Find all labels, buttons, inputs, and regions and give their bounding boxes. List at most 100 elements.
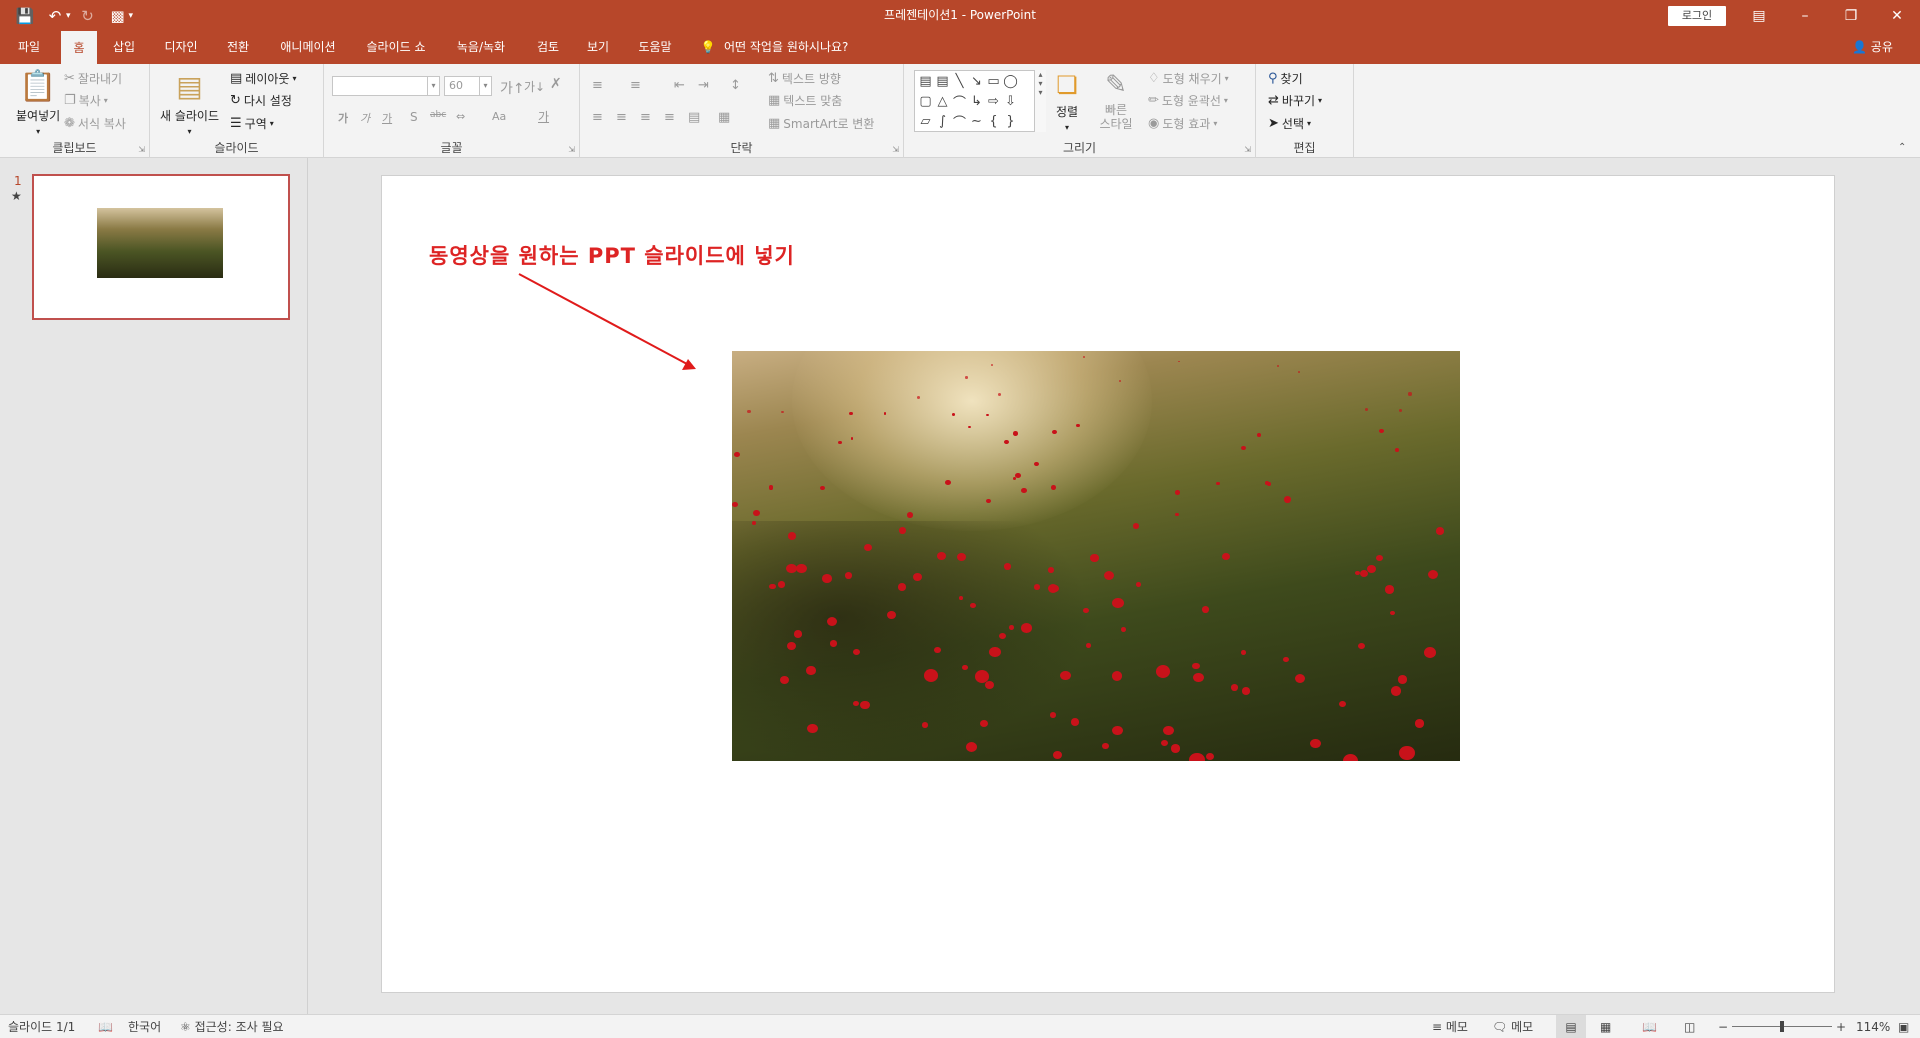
format-painter-button[interactable]: ❁ 서식 복사: [64, 115, 126, 132]
increase-font-icon[interactable]: 가↑: [500, 78, 525, 98]
tab-insert[interactable]: 삽입: [104, 31, 144, 64]
tab-view[interactable]: 보기: [578, 31, 618, 64]
tab-help[interactable]: 도움말: [630, 31, 680, 64]
start-from-beginning-icon[interactable]: ▩: [105, 4, 131, 28]
tab-review[interactable]: 검토: [528, 31, 568, 64]
tab-design[interactable]: 디자인: [156, 31, 206, 64]
elbow-arrow-shape-icon[interactable]: ↳: [968, 91, 985, 111]
collapse-ribbon-icon[interactable]: ⌃: [1898, 142, 1906, 153]
reset-button[interactable]: ↻ 다시 설정: [230, 92, 292, 109]
justify-icon[interactable]: ≡: [664, 110, 675, 125]
strikethrough-icon[interactable]: abc: [430, 110, 446, 120]
smartart-button[interactable]: ▦ SmartArt로 변환: [768, 115, 874, 132]
redo-icon[interactable]: ↻: [75, 4, 101, 28]
undo-dropdown-icon[interactable]: ▾: [66, 11, 71, 21]
tab-file[interactable]: 파일: [6, 31, 52, 64]
zoom-level[interactable]: 114%: [1856, 1015, 1890, 1038]
down-arrow-shape-icon[interactable]: ⇩: [1002, 91, 1019, 111]
slideshow-icon[interactable]: ◫: [1684, 1015, 1695, 1038]
tab-animations[interactable]: 애니메이션: [268, 31, 348, 64]
undo-icon[interactable]: ↶: [42, 4, 68, 28]
bullets-icon[interactable]: ≡: [592, 78, 603, 93]
select-button[interactable]: ➤ 선택 ▾: [1268, 115, 1311, 132]
reading-view-icon[interactable]: 📖: [1642, 1015, 1657, 1038]
fit-to-window-icon[interactable]: ▣: [1898, 1015, 1909, 1038]
font-name-dropdown-icon[interactable]: ▾: [427, 77, 439, 95]
distributed-icon[interactable]: ▤: [688, 110, 700, 125]
align-left-icon[interactable]: ≡: [592, 110, 603, 125]
freeform-shape-icon[interactable]: ▱: [917, 111, 934, 131]
drawing-launcher-icon[interactable]: ⇲: [1244, 145, 1251, 154]
text-direction-button[interactable]: ⇅ 텍스트 방향: [768, 70, 841, 87]
line-shape-icon[interactable]: ╲: [951, 71, 968, 91]
slide-thumbnail[interactable]: [32, 174, 290, 320]
tell-me-search[interactable]: 어떤 작업을 원하시나요?: [724, 31, 874, 64]
comments-button[interactable]: 🗨 메모: [1492, 1015, 1533, 1038]
font-size-combo[interactable]: 60 ▾: [444, 76, 492, 96]
slide-canvas[interactable]: 동영상을 원하는 PPT 슬라이드에 넣기: [381, 175, 1835, 993]
paragraph-launcher-icon[interactable]: ⇲: [892, 145, 899, 154]
increase-indent-icon[interactable]: ⇥: [698, 78, 709, 93]
close-icon[interactable]: ✕: [1874, 0, 1920, 31]
arrange-button[interactable]: ❏ 정렬 ▾: [1056, 70, 1078, 132]
new-slide-button[interactable]: ▤ 새 슬라이드 ▾: [160, 70, 219, 136]
normal-view-icon[interactable]: ▤: [1556, 1015, 1586, 1038]
shapes-gallery[interactable]: ▤ ▤ ╲ ↘ ▭ ◯ ▢ △ ⌒ ↳ ⇨ ⇩ ▱ ∫ ⌒ ∼ { }: [914, 70, 1046, 132]
curve-shape-icon[interactable]: ∼: [968, 111, 985, 131]
tab-home[interactable]: 홈: [61, 31, 97, 64]
shape-outline-button[interactable]: ✏ 도형 윤곽선 ▾: [1148, 92, 1228, 109]
replace-button[interactable]: ⇄ 바꾸기 ▾: [1268, 92, 1322, 109]
rectangle-shape-icon[interactable]: ▭: [985, 71, 1002, 91]
layout-button[interactable]: ▤ 레이아웃 ▾: [230, 70, 296, 87]
quick-styles-button[interactable]: ✎ 빠른 스타일: [1098, 70, 1134, 131]
shape-fill-button[interactable]: ♢ 도형 채우기 ▾: [1148, 70, 1229, 87]
oval-shape-icon[interactable]: ◯: [1002, 71, 1019, 91]
section-button[interactable]: ☰ 구역 ▾: [230, 115, 274, 132]
spellcheck-icon[interactable]: 📖: [98, 1015, 113, 1038]
decrease-font-icon[interactable]: 가↓: [524, 78, 545, 95]
minimize-icon[interactable]: –: [1782, 0, 1828, 31]
columns-icon[interactable]: ▦: [718, 110, 730, 125]
bold-icon[interactable]: 가: [338, 110, 348, 126]
align-center-icon[interactable]: ≡: [616, 110, 627, 125]
slide-sorter-icon[interactable]: ▦: [1600, 1015, 1611, 1038]
right-brace-shape-icon[interactable]: }: [1002, 111, 1019, 131]
triangle-shape-icon[interactable]: △: [934, 91, 951, 111]
shadow-icon[interactable]: S: [410, 110, 418, 124]
tab-record[interactable]: 녹음/녹화: [446, 31, 516, 64]
login-button[interactable]: 로그인: [1668, 6, 1726, 26]
arc-shape-icon[interactable]: ⌒: [951, 111, 968, 131]
change-case-icon[interactable]: Aa: [492, 110, 506, 123]
shape-effects-button[interactable]: ◉ 도형 효과 ▾: [1148, 115, 1217, 132]
zoom-in-icon[interactable]: +: [1836, 1015, 1846, 1038]
vertical-textbox-shape-icon[interactable]: ▤: [934, 71, 951, 91]
accessibility-status[interactable]: ⚛ 접근성: 조사 필요: [180, 1015, 284, 1038]
share-button[interactable]: 👤 공유: [1852, 31, 1893, 64]
video-object[interactable]: [732, 351, 1460, 761]
scribble-shape-icon[interactable]: ∫: [934, 111, 951, 131]
font-color-icon[interactable]: 가: [538, 108, 549, 125]
zoom-slider-thumb[interactable]: [1780, 1021, 1784, 1032]
font-size-dropdown-icon[interactable]: ▾: [479, 77, 491, 95]
decrease-indent-icon[interactable]: ⇤: [674, 78, 685, 93]
tab-slideshow[interactable]: 슬라이드 쇼: [358, 31, 434, 64]
arrow-line-shape-icon[interactable]: ↘: [968, 71, 985, 91]
font-name-combo[interactable]: ▾: [332, 76, 440, 96]
language-label[interactable]: 한국어: [128, 1015, 161, 1038]
tab-transitions[interactable]: 전환: [218, 31, 258, 64]
cut-button[interactable]: ✂ 잘라내기: [64, 70, 122, 87]
align-right-icon[interactable]: ≡: [640, 110, 651, 125]
textbox-shape-icon[interactable]: ▤: [917, 71, 934, 91]
copy-button[interactable]: ❐ 복사 ▾: [64, 92, 108, 109]
right-arrow-shape-icon[interactable]: ⇨: [985, 91, 1002, 111]
paste-button[interactable]: 📋 붙여넣기 ▾: [16, 70, 60, 137]
clipboard-launcher-icon[interactable]: ⇲: [138, 145, 145, 154]
left-brace-shape-icon[interactable]: {: [985, 111, 1002, 131]
clear-formatting-icon[interactable]: ✗: [550, 76, 562, 92]
ribbon-display-options-icon[interactable]: ▤: [1736, 0, 1782, 31]
shapes-gallery-scroll[interactable]: ▴ ▾ ▾: [1034, 70, 1046, 132]
font-launcher-icon[interactable]: ⇲: [568, 145, 575, 154]
italic-icon[interactable]: 가: [360, 110, 370, 126]
customize-qat-icon[interactable]: ▾: [129, 11, 134, 21]
elbow-connector-shape-icon[interactable]: ⌒: [951, 91, 968, 111]
